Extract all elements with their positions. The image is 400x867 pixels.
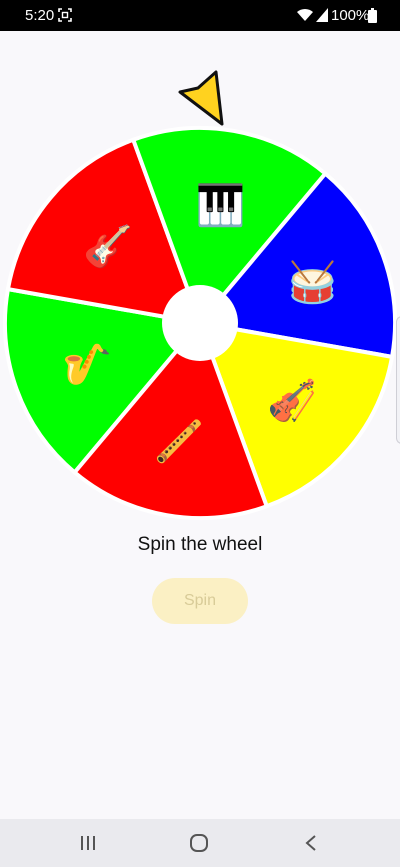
edge-panel-handle[interactable] (396, 316, 400, 444)
battery-icon (368, 8, 377, 23)
recent-apps-icon[interactable] (80, 835, 96, 851)
status-time: 5:20 (25, 7, 55, 24)
prize-wheel[interactable]: 🎷 🎸 🎹 🥁 🎻 🪈 (0, 60, 400, 530)
wifi-icon (297, 8, 313, 21)
flute-icon: 🪈 (154, 418, 204, 465)
back-icon[interactable] (304, 834, 318, 852)
saxophone-icon: 🎷 (62, 342, 112, 388)
guitar-icon: 🎸 (83, 223, 133, 270)
wheel-graphic[interactable]: 🎷 🎸 🎹 🥁 🎻 🪈 (0, 60, 400, 530)
wheel-pointer (178, 70, 224, 126)
home-icon[interactable] (189, 833, 209, 853)
spin-caption: Spin the wheel (137, 534, 263, 555)
navigation-bar (0, 819, 400, 867)
status-bar: 5:20 100% (0, 0, 400, 31)
piano-icon: 🎹 (196, 182, 246, 229)
battery-percentage: 100% (331, 7, 370, 24)
drum-icon: 🥁 (288, 259, 338, 306)
violin-icon: 🎻 (267, 377, 317, 424)
wheel-hub (162, 285, 238, 361)
screenshot-icon (58, 8, 72, 22)
spin-button[interactable]: Spin (152, 578, 248, 624)
signal-icon (316, 8, 328, 22)
